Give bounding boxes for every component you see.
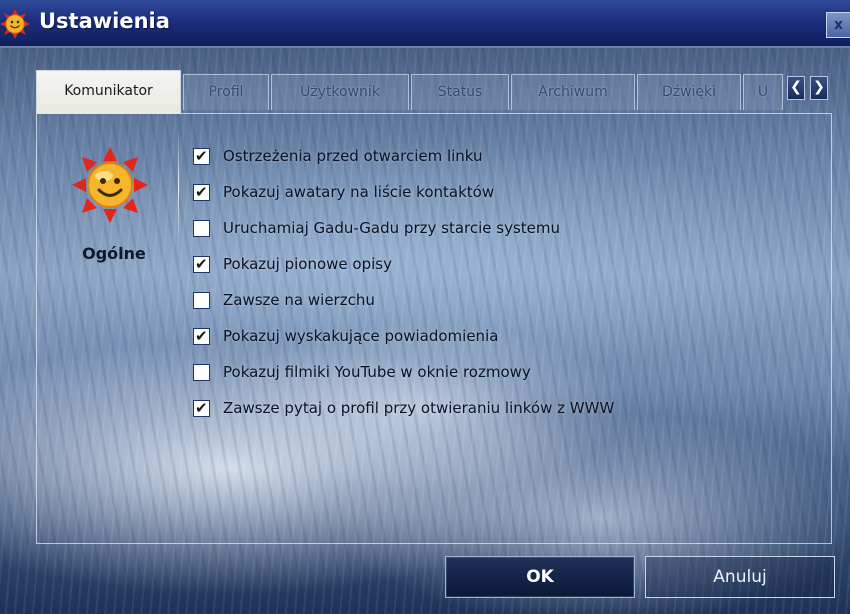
checkbox-uruchamiaj[interactable] [193, 219, 210, 237]
checkbox-awatary[interactable]: ✔ [193, 182, 210, 201]
option-label[interactable]: Zawsze pytaj o profil przy otwieraniu li… [223, 399, 614, 417]
option-row[interactable]: ✔ Zawsze pytaj o profil przy otwieraniu … [193, 390, 813, 426]
tab-status[interactable]: Status [411, 74, 509, 110]
gadu-gadu-sun-icon [0, 9, 30, 39]
option-row[interactable]: ✔ Pokazuj wyskakujące powiadomienia [193, 318, 813, 354]
divider [178, 128, 179, 250]
tab-partial[interactable]: U [743, 74, 783, 110]
ok-button[interactable]: OK [445, 556, 635, 598]
close-button[interactable]: x [826, 12, 850, 38]
option-row[interactable]: Zawsze na wierzchu [193, 282, 813, 318]
checkbox-na-wierzchu[interactable] [193, 291, 210, 309]
checkmark-icon: ✔ [195, 326, 208, 345]
checkbox-youtube[interactable] [193, 363, 210, 381]
checkmark-icon: ✔ [195, 254, 208, 273]
tab-komunikator[interactable]: Komunikator [36, 70, 181, 114]
tab-scroll-right-button[interactable]: ❯ [810, 76, 828, 100]
option-label[interactable]: Pokazuj wyskakujące powiadomienia [223, 327, 498, 345]
option-label[interactable]: Pokazuj pionowe opisy [223, 255, 392, 273]
window-title: Ustawienia [39, 9, 170, 33]
option-label[interactable]: Ostrzeżenia przed otwarciem linku [223, 147, 483, 165]
option-label[interactable]: Pokazuj awatary na liście kontaktów [223, 183, 494, 201]
option-row[interactable]: Uruchamiaj Gadu-Gadu przy starcie system… [193, 210, 813, 246]
option-row[interactable]: ✔ Pokazuj pionowe opisy [193, 246, 813, 282]
option-label[interactable]: Zawsze na wierzchu [223, 291, 375, 309]
sun-icon [72, 147, 148, 223]
checkmark-icon: ✔ [195, 398, 208, 417]
options-list: ✔ Ostrzeżenia przed otwarciem linku ✔ Po… [193, 138, 813, 426]
checkbox-pytaj-o-profil[interactable]: ✔ [193, 398, 210, 417]
tab-scroll-left-button[interactable]: ❮ [787, 76, 805, 100]
checkbox-ostrzezenia[interactable]: ✔ [193, 146, 210, 165]
tab-uzytkownik[interactable]: Użytkownik [271, 74, 409, 110]
title-bar: Ustawienia x [0, 0, 850, 48]
category-label: Ogólne [82, 244, 146, 263]
option-label[interactable]: Pokazuj filmiki YouTube w oknie rozmowy [223, 363, 531, 381]
tab-dzwieki[interactable]: Dźwięki [637, 74, 741, 110]
option-row[interactable]: Pokazuj filmiki YouTube w oknie rozmowy [193, 354, 813, 390]
checkbox-pionowe-opisy[interactable]: ✔ [193, 254, 210, 273]
settings-tabs: Profil Użytkownik Status Archiwum Dźwięk… [0, 70, 850, 114]
option-label[interactable]: Uruchamiaj Gadu-Gadu przy starcie system… [223, 219, 560, 237]
option-row[interactable]: ✔ Ostrzeżenia przed otwarciem linku [193, 138, 813, 174]
checkmark-icon: ✔ [195, 182, 208, 201]
option-row[interactable]: ✔ Pokazuj awatary na liście kontaktów [193, 174, 813, 210]
checkmark-icon: ✔ [195, 146, 208, 165]
cancel-button[interactable]: Anuluj [645, 556, 835, 598]
tab-profil[interactable]: Profil [183, 74, 269, 110]
tab-archiwum[interactable]: Archiwum [511, 74, 635, 110]
checkbox-powiadomienia[interactable]: ✔ [193, 326, 210, 345]
